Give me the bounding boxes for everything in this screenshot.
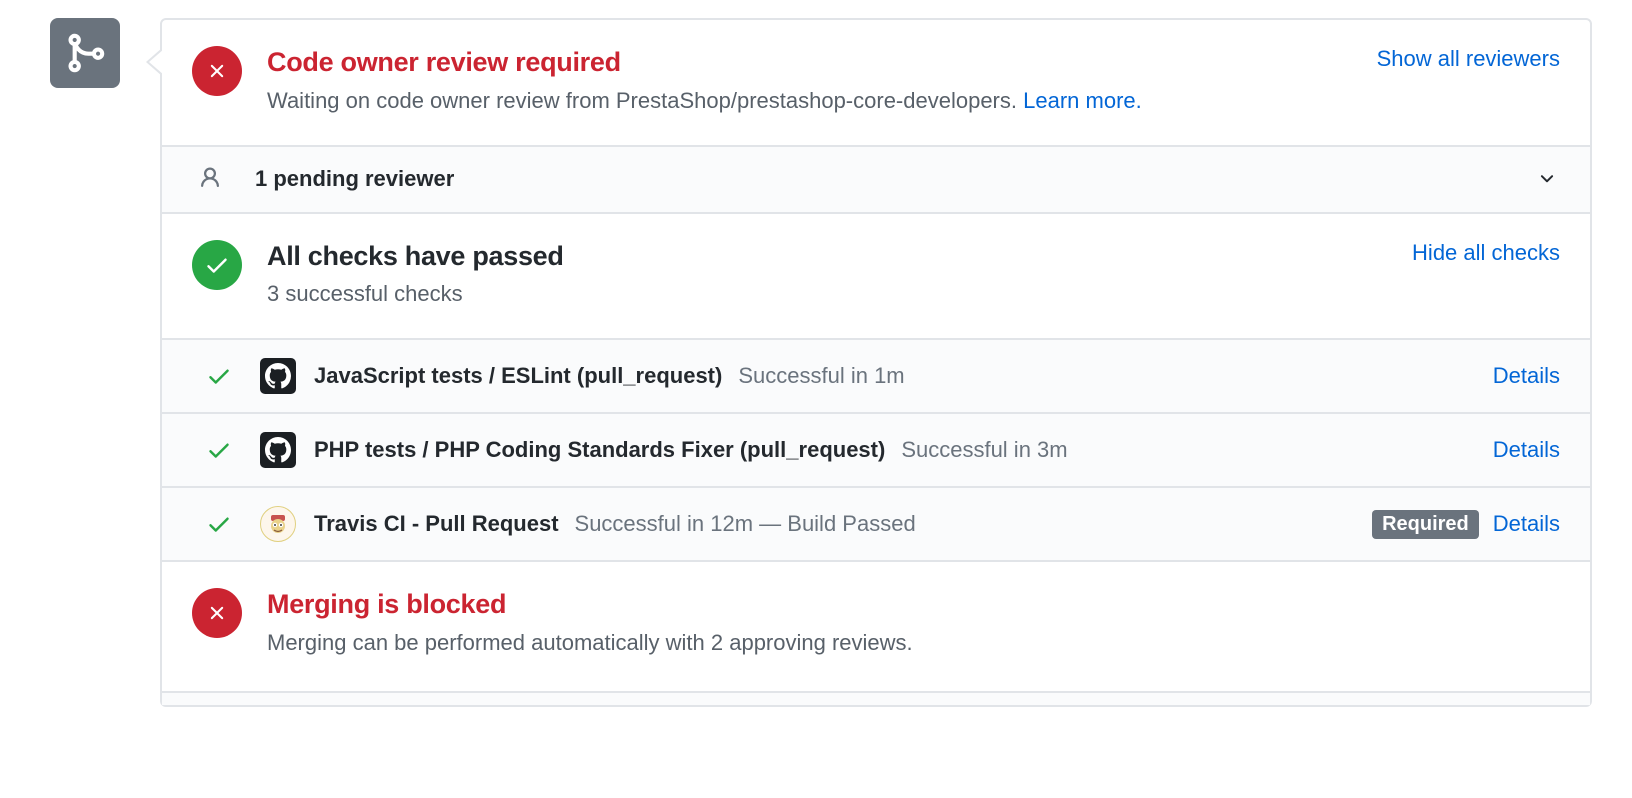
- review-title: Code owner review required: [267, 46, 1357, 80]
- required-badge: Required: [1372, 510, 1479, 539]
- check-details-link[interactable]: Details: [1493, 437, 1560, 463]
- check-status-success: [206, 437, 232, 463]
- checks-passed-section: All checks have passed 3 successful chec…: [162, 214, 1590, 341]
- github-icon: [265, 363, 291, 389]
- pending-reviewer-row[interactable]: 1 pending reviewer: [162, 147, 1590, 214]
- check-result: Successful in 1m: [738, 363, 1492, 389]
- check-name: Travis CI - Pull Request: [314, 511, 559, 537]
- checks-title: All checks have passed: [267, 240, 1392, 274]
- review-desc: Waiting on code owner review from Presta…: [267, 86, 1357, 117]
- github-actions-avatar: [260, 432, 296, 468]
- error-status-icon: [192, 46, 242, 96]
- github-icon: [265, 437, 291, 463]
- merge-blocked-title: Merging is blocked: [267, 588, 1560, 622]
- check-result: Successful in 12m — Build Passed: [575, 511, 1373, 537]
- travis-ci-avatar: [260, 506, 296, 542]
- check-status-success: [206, 511, 232, 537]
- x-icon: [206, 60, 228, 82]
- pending-reviewer-label: 1 pending reviewer: [255, 166, 454, 191]
- check-name: PHP tests / PHP Coding Standards Fixer (…: [314, 437, 885, 463]
- trailing-section: [162, 693, 1590, 705]
- review-required-section: Code owner review required Waiting on co…: [162, 20, 1590, 147]
- checks-subtitle: 3 successful checks: [267, 279, 1392, 310]
- check-row: PHP tests / PHP Coding Standards Fixer (…: [162, 414, 1590, 488]
- show-all-reviewers-link[interactable]: Show all reviewers: [1377, 46, 1560, 71]
- check-status-success: [206, 363, 232, 389]
- check-icon: [204, 252, 230, 278]
- git-merge-icon: [63, 31, 107, 75]
- check-result: Successful in 3m: [901, 437, 1492, 463]
- check-row: JavaScript tests / ESLint (pull_request)…: [162, 340, 1590, 414]
- learn-more-link[interactable]: Learn more.: [1023, 88, 1142, 113]
- person-icon: [198, 166, 222, 193]
- error-status-icon: [192, 588, 242, 638]
- x-icon: [206, 602, 228, 624]
- merge-timeline-badge: [50, 18, 120, 88]
- travis-icon: [266, 512, 290, 536]
- success-status-icon: [192, 240, 242, 290]
- review-desc-text: Waiting on code owner review from Presta…: [267, 88, 1023, 113]
- check-name: JavaScript tests / ESLint (pull_request): [314, 363, 722, 389]
- merge-blocked-section: Merging is blocked Merging can be perfor…: [162, 562, 1590, 693]
- github-actions-avatar: [260, 358, 296, 394]
- check-row: Travis CI - Pull Request Successful in 1…: [162, 488, 1590, 562]
- merge-status-box: Code owner review required Waiting on co…: [160, 18, 1592, 707]
- check-details-link[interactable]: Details: [1493, 511, 1560, 537]
- chevron-down-icon: [1534, 165, 1560, 194]
- check-details-link[interactable]: Details: [1493, 363, 1560, 389]
- merge-blocked-desc: Merging can be performed automatically w…: [267, 628, 1560, 659]
- hide-all-checks-link[interactable]: Hide all checks: [1412, 240, 1560, 265]
